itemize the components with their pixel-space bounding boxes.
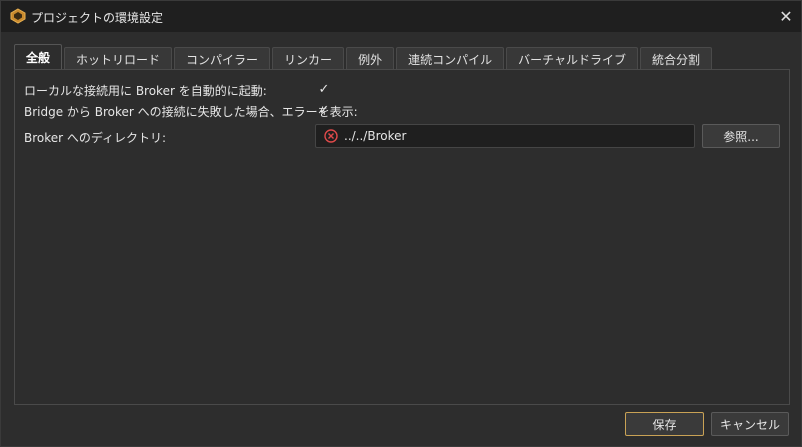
tab-virtual-drive[interactable]: バーチャルドライブ bbox=[506, 47, 638, 70]
preferences-window: プロジェクトの環境設定 ✕ 全般 ホットリロード コンパイラー リンカー 例外 … bbox=[0, 0, 802, 447]
general-settings-panel: ローカルな接続用に Broker を自動的に起動: ✓ Bridge から Br… bbox=[14, 69, 790, 405]
save-button[interactable]: 保存 bbox=[625, 412, 704, 436]
app-logo-icon bbox=[10, 8, 26, 24]
window-title: プロジェクトの環境設定 bbox=[31, 11, 164, 25]
tab-compiler[interactable]: コンパイラー bbox=[174, 47, 271, 70]
show-error-checkbox[interactable]: ✓ bbox=[317, 103, 331, 118]
title-bar: プロジェクトの環境設定 ✕ bbox=[1, 1, 801, 32]
cancel-button[interactable]: キャンセル bbox=[711, 412, 789, 436]
tab-unity-splitting[interactable]: 統合分割 bbox=[639, 47, 712, 70]
broker-dir-input[interactable]: ../../Broker bbox=[315, 124, 695, 148]
broker-dir-value: ../../Broker bbox=[344, 129, 407, 143]
broker-dir-label: Broker へのディレクトリ: bbox=[24, 131, 167, 145]
show-error-label: Bridge から Broker への接続に失敗した場合、エラーを表示: bbox=[24, 105, 358, 119]
tab-continuous-compile[interactable]: 連続コンパイル bbox=[396, 47, 505, 70]
error-icon bbox=[324, 129, 338, 143]
tab-exceptions[interactable]: 例外 bbox=[346, 47, 395, 70]
tab-linker[interactable]: リンカー bbox=[272, 47, 345, 70]
browse-button[interactable]: 参照... bbox=[702, 124, 780, 148]
tab-hot-reload[interactable]: ホットリロード bbox=[64, 47, 173, 70]
tab-bar: 全般 ホットリロード コンパイラー リンカー 例外 連続コンパイル バーチャルド… bbox=[14, 44, 714, 70]
close-icon[interactable]: ✕ bbox=[771, 1, 801, 32]
tab-general[interactable]: 全般 bbox=[14, 44, 63, 70]
auto-start-checkbox[interactable]: ✓ bbox=[317, 82, 331, 97]
auto-start-label: ローカルな接続用に Broker を自動的に起動: bbox=[24, 84, 267, 98]
